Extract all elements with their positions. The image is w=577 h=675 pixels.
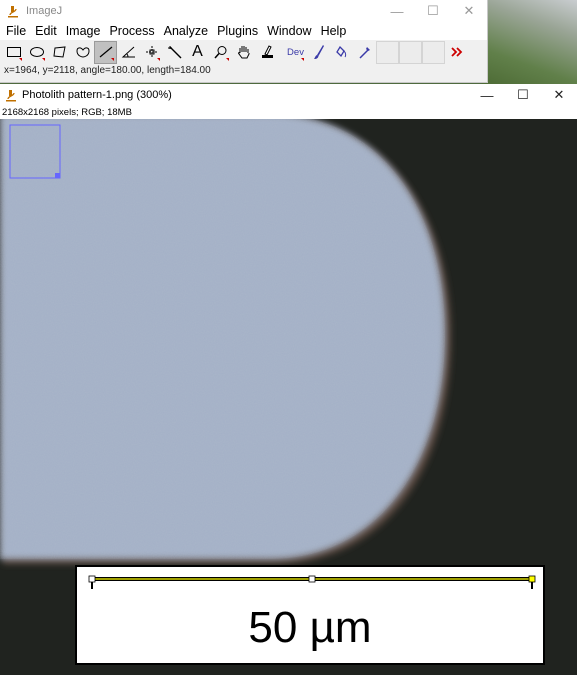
minimize-icon[interactable]: — [469, 84, 505, 106]
imagej-microscope-icon [8, 6, 18, 18]
straight-line-tool-icon[interactable] [94, 40, 117, 64]
scale-bar-label: 50 µm [248, 603, 371, 652]
close-icon[interactable]: ✕ [451, 0, 487, 22]
maximize-icon[interactable]: ☐ [505, 84, 541, 106]
micrograph: 50 µm [0, 119, 577, 675]
line-selection-handle-mid[interactable] [308, 575, 316, 583]
imagej-microscope-icon [6, 90, 16, 102]
flood-fill-tool-icon[interactable] [330, 41, 353, 64]
tool-bar: A Dev [0, 40, 487, 64]
pipette-tool-icon[interactable] [353, 41, 376, 64]
image-window-title: Photolith pattern-1.png (300%) [22, 89, 172, 101]
image-canvas[interactable]: 50 µm [0, 119, 577, 675]
magnifier-tool-icon[interactable] [209, 41, 232, 64]
text-tool-icon[interactable]: A [186, 41, 209, 64]
menu-bar: File Edit Image Process Analyze Plugins … [0, 22, 487, 40]
brush-tool-icon[interactable] [307, 41, 330, 64]
menu-edit[interactable]: Edit [31, 24, 61, 38]
menu-plugins[interactable]: Plugins [213, 24, 262, 38]
more-tools-icon[interactable] [445, 41, 468, 64]
status-bar: x=1964, y=2118, angle=180.00, length=184… [0, 64, 487, 78]
menu-window[interactable]: Window [263, 24, 315, 38]
hand-tool-icon[interactable] [232, 41, 255, 64]
menu-file[interactable]: File [2, 24, 30, 38]
pattern-texture [0, 119, 445, 559]
line-selection-handle-start[interactable] [88, 575, 96, 583]
menu-image[interactable]: Image [62, 24, 105, 38]
color-picker-tool-icon[interactable] [255, 41, 278, 64]
selection-handle[interactable] [55, 173, 60, 178]
angle-tool-icon[interactable] [117, 41, 140, 64]
empty-tool-slot[interactable] [422, 40, 445, 64]
empty-tool-slot[interactable] [399, 40, 422, 64]
main-window-title: ImageJ [26, 5, 63, 17]
desktop-wallpaper-landscape [482, 0, 577, 84]
empty-tool-slot[interactable] [376, 40, 399, 64]
menu-process[interactable]: Process [105, 24, 158, 38]
minimize-icon[interactable]: — [379, 0, 415, 22]
menu-analyze[interactable]: Analyze [160, 24, 212, 38]
rectangle-tool-icon[interactable] [2, 41, 25, 64]
menu-help[interactable]: Help [317, 24, 351, 38]
main-titlebar[interactable]: ImageJ — ☐ ✕ [0, 0, 487, 22]
freehand-tool-icon[interactable] [71, 41, 94, 64]
wand-tool-icon[interactable] [163, 41, 186, 64]
oval-tool-icon[interactable] [25, 41, 48, 64]
imagej-main-window: ImageJ — ☐ ✕ File Edit Image Process Ana… [0, 0, 488, 83]
close-icon[interactable]: ✕ [541, 84, 577, 106]
image-titlebar[interactable]: Photolith pattern-1.png (300%) — ☐ ✕ [0, 84, 577, 106]
image-info: 2168x2168 pixels; RGB; 18MB [0, 106, 577, 119]
image-window: Photolith pattern-1.png (300%) — ☐ ✕ 216… [0, 84, 577, 675]
line-selection-handle-end[interactable] [528, 575, 536, 583]
multipoint-tool-icon[interactable] [140, 41, 163, 64]
maximize-icon[interactable]: ☐ [415, 0, 451, 22]
polygon-tool-icon[interactable] [48, 41, 71, 64]
dev-tool-icon[interactable]: Dev [284, 41, 307, 64]
